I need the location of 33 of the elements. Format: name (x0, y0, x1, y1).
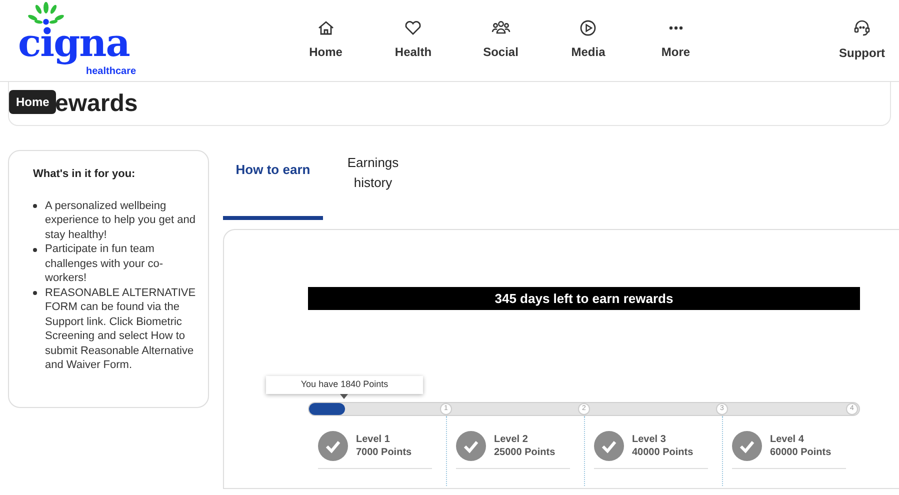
leaves-icon (26, 1, 66, 26)
tab[interactable]: How to earn (223, 150, 323, 220)
level-points: 25000 Points (494, 446, 556, 459)
level-name: Level 2 (494, 433, 529, 446)
list-item: REASONABLE ALTERNATIVE FORM can be found via the Support link. Click Biometric Screening and select How to submit Reasonable Alternative and Waiver Form. (45, 286, 197, 372)
play-icon (578, 18, 598, 38)
bullet-icon (33, 248, 37, 252)
nav-item[interactable]: More (632, 18, 720, 61)
nav-item[interactable]: Home (282, 18, 370, 61)
logo-wordmark: cigna (18, 20, 130, 66)
countdown-banner: 345 days left to earn rewards (308, 287, 860, 310)
level-points: 7000 Points (356, 446, 412, 459)
level-points: 60000 Points (770, 446, 832, 459)
card-heading: What's in it for you: (33, 167, 136, 182)
tooltip: Home (9, 90, 56, 114)
headset-icon (852, 18, 872, 38)
logo-tagline: healthcare (86, 66, 136, 77)
page-title: ewards (55, 88, 138, 118)
more-icon (668, 26, 683, 30)
bullet-icon (33, 291, 37, 295)
nav-item[interactable]: Social (457, 18, 544, 61)
points-callout: You have 1840 Points (266, 376, 423, 394)
nav-item[interactable]: Health (370, 18, 457, 61)
nav-item[interactable]: Media (544, 18, 632, 61)
bullet-icon (33, 204, 37, 208)
support-link[interactable]: Support (839, 18, 885, 62)
level-points: 40000 Points (632, 446, 694, 459)
level-name: Level 1 (356, 433, 391, 446)
list-item: A personalized wellbeing experience to help you get and stay healthy! (45, 198, 196, 242)
tab[interactable]: Earnings history (323, 150, 423, 220)
level-name: Level 3 (632, 433, 667, 446)
level-name: Level 4 (770, 433, 805, 446)
list-item: Participate in fun team challenges with your co-workers! (45, 242, 164, 286)
